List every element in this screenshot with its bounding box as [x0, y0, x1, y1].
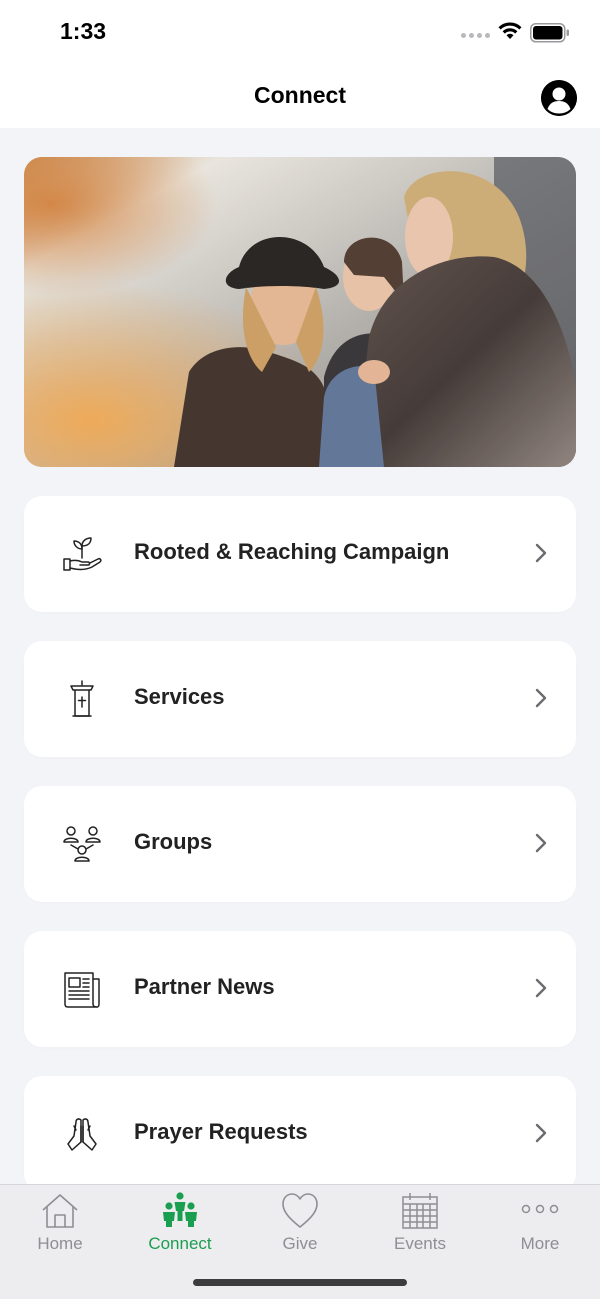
- chevron-right-icon: [535, 833, 547, 853]
- menu-item-label: Groups: [134, 829, 213, 854]
- heart-icon: [282, 1193, 318, 1228]
- chevron-right-icon: [535, 688, 547, 708]
- menu-item-rooted-reaching[interactable]: Rooted & Reaching Campaign: [24, 496, 576, 612]
- newspaper-icon: [64, 972, 100, 1008]
- group-people-icon: [63, 826, 101, 862]
- people-connect-icon: [163, 1192, 197, 1227]
- menu-item-groups[interactable]: Groups: [24, 786, 576, 902]
- tab-connect[interactable]: Connect: [120, 1185, 240, 1265]
- menu-item-label: Services: [134, 684, 225, 709]
- menu-item-partner-news[interactable]: Partner News: [24, 931, 576, 1047]
- tab-events[interactable]: Events: [360, 1185, 480, 1265]
- tab-label: Events: [394, 1234, 446, 1253]
- tab-label: Give: [282, 1234, 318, 1253]
- tab-more[interactable]: More: [480, 1185, 600, 1265]
- signal-icon: [461, 33, 490, 38]
- menu-item-label: Prayer Requests: [134, 1119, 308, 1144]
- person-circle-icon: [541, 80, 577, 116]
- menu-item-services[interactable]: Services: [24, 641, 576, 757]
- ellipsis-icon: [521, 1204, 559, 1214]
- menu-item-prayer-requests[interactable]: Prayer Requests: [24, 1076, 576, 1192]
- profile-button[interactable]: [541, 80, 577, 116]
- menu-item-label: Partner News: [134, 974, 275, 999]
- tab-give[interactable]: Give: [240, 1185, 360, 1265]
- tab-label: Connect: [148, 1234, 212, 1253]
- calendar-icon: [402, 1193, 438, 1229]
- page-title: Connect: [254, 82, 346, 108]
- menu-item-label: Rooted & Reaching Campaign: [134, 539, 450, 564]
- tab-home[interactable]: Home: [0, 1185, 120, 1265]
- house-icon: [42, 1194, 78, 1228]
- chevron-right-icon: [535, 1123, 547, 1143]
- hero-image: [24, 157, 576, 467]
- tab-label: Home: [37, 1234, 83, 1253]
- status-time: 1:33: [60, 18, 107, 44]
- wifi-icon: [498, 22, 522, 39]
- chevron-right-icon: [535, 543, 547, 563]
- battery-icon: [530, 23, 569, 43]
- nav-header: Connect: [0, 64, 600, 128]
- praying-hands-icon: [67, 1118, 97, 1151]
- home-indicator[interactable]: [193, 1279, 407, 1286]
- pulpit-icon: [70, 680, 94, 717]
- status-bar: 1:33: [0, 0, 600, 64]
- tab-label: More: [520, 1234, 560, 1253]
- chevron-right-icon: [535, 978, 547, 998]
- hand-sprout-icon: [63, 537, 102, 571]
- hero-photo: [24, 157, 576, 467]
